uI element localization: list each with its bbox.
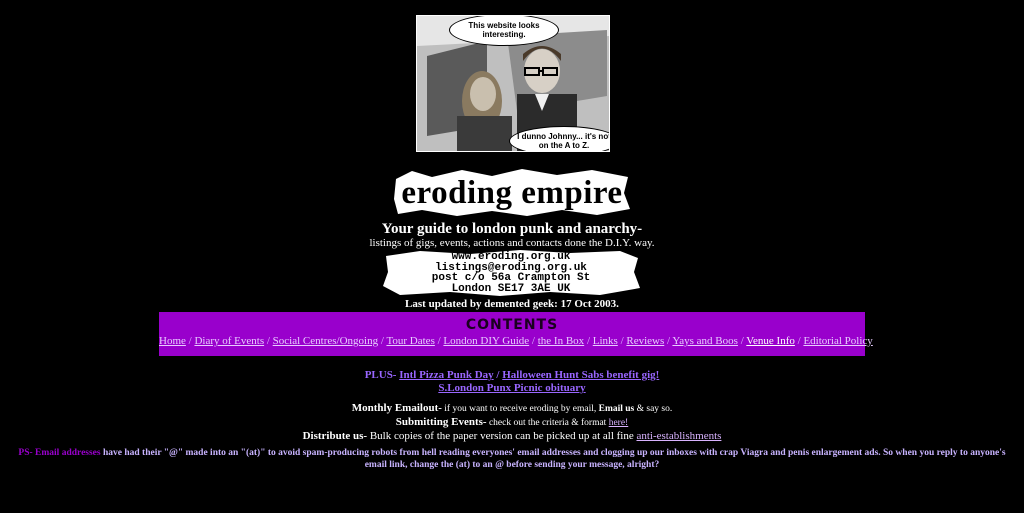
- emailout-text: if you want to receive eroding by email,: [441, 404, 599, 414]
- nav-link-diy-guide[interactable]: London DIY Guide: [443, 335, 529, 347]
- nav-link-links[interactable]: Links: [593, 335, 618, 347]
- logo-text: eroding empire: [401, 174, 623, 211]
- address-lines: www.eroding.org.uk listings@eroding.org.…: [380, 252, 642, 294]
- email-us-link[interactable]: Email us: [599, 404, 635, 414]
- contents-title: Contents: [465, 317, 559, 333]
- subline: listings of gigs, events, actions and co…: [369, 237, 655, 249]
- contents-box: Contents Home / Diary of Events / Social…: [159, 312, 873, 356]
- address-city: London SE17 3AE UK: [451, 282, 571, 295]
- last-updated: Last updated by demented geek: 17 Oct 20…: [405, 298, 619, 310]
- nav-link-reviews[interactable]: Reviews: [626, 335, 664, 347]
- link-punx-picnic[interactable]: S.London Punx Picnic obituary: [438, 382, 585, 394]
- nav-link-yays-boos[interactable]: Yays and Boos: [672, 335, 738, 347]
- nav-link-diary[interactable]: Diary of Events: [194, 335, 264, 347]
- speech-bubble-top: This website looks interesting.: [449, 16, 559, 46]
- submit-text: check out the criteria & format: [486, 418, 609, 428]
- ps-text: have had their "@" made into an "(at)" t…: [100, 448, 1006, 470]
- ps-label: PS- Email addresses: [18, 448, 101, 458]
- submitting-line: Submitting Events- check out the criteri…: [0, 416, 1024, 430]
- hero-comic-image: This website looks interesting. I dunno …: [416, 15, 610, 152]
- link-pizza-punk-day[interactable]: Intl Pizza Punk Day: [399, 369, 493, 381]
- plus-section: PLUS- Intl Pizza Punk Day / Halloween Hu…: [0, 369, 1024, 395]
- nav-link-social-centres[interactable]: Social Centres/Ongoing: [273, 335, 378, 347]
- distribute-text: Bulk copies of the paper version can be …: [367, 430, 637, 442]
- emailout-line: Monthly Emailout- if you want to receive…: [0, 402, 1024, 416]
- contents-nav: Home / Diary of Events / Social Centres/…: [159, 335, 873, 347]
- info-section: Monthly Emailout- if you want to receive…: [0, 402, 1024, 443]
- nav-link-in-box[interactable]: the In Box: [538, 335, 584, 347]
- link-halloween-benefit[interactable]: Halloween Hunt Sabs benefit gig!: [502, 369, 659, 381]
- plus-label: PLUS-: [364, 369, 397, 381]
- nav-link-editorial-policy[interactable]: Editorial Policy: [803, 335, 872, 347]
- speech-bubble-bottom: I dunno Johnny... it's not on the A to Z…: [509, 126, 609, 151]
- emailout-label: Monthly Emailout-: [351, 402, 442, 414]
- plus-separator: /: [496, 369, 500, 381]
- nav-link-tour-dates[interactable]: Tour Dates: [386, 335, 434, 347]
- address-post: post c/o 56a Crampton St: [431, 272, 591, 284]
- nav-link-venue-info[interactable]: Venue Info: [746, 335, 795, 347]
- nav-link-home[interactable]: Home: [159, 335, 186, 347]
- site-logo: eroding empire: [392, 169, 632, 217]
- distribute-label: Distribute us-: [302, 430, 368, 442]
- address-block: www.eroding.org.uk listings@eroding.org.…: [380, 250, 642, 296]
- submit-here-link[interactable]: here!: [609, 418, 629, 428]
- tagline: Your guide to london punk and anarchy-: [381, 221, 643, 237]
- address-url: www.eroding.org.uk: [451, 251, 571, 263]
- submit-label: Submitting Events-: [395, 416, 487, 428]
- ps-notice: PS- Email addresses have had their "@" m…: [14, 447, 1010, 471]
- distribute-line: Distribute us- Bulk copies of the paper …: [0, 430, 1024, 443]
- anti-establishments-link[interactable]: anti-establishments: [636, 430, 721, 442]
- emailout-tail: & say so.: [634, 404, 673, 414]
